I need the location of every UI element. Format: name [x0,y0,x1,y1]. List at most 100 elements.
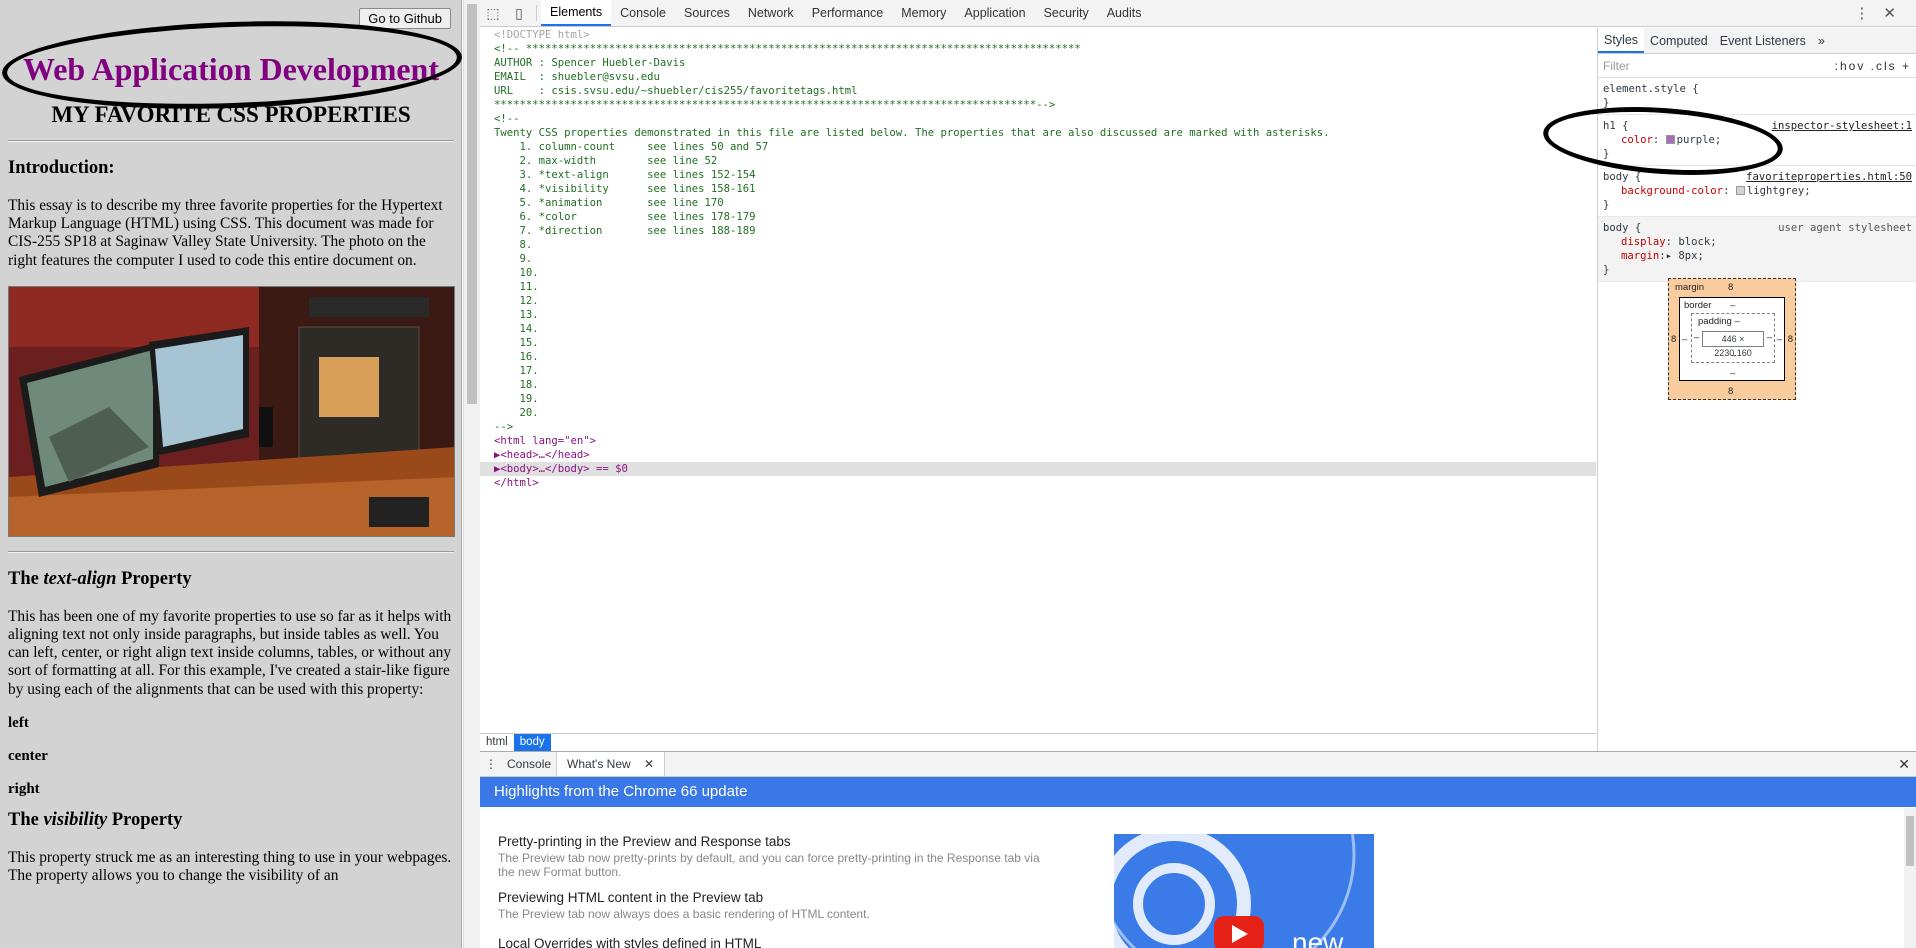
rule-body-user-agent[interactable]: body { user agent stylesheet display: bl… [1598,217,1916,282]
whats-new-video-thumbnail[interactable]: new [1114,834,1374,948]
source-line[interactable]: 13. [480,308,1596,322]
source-line[interactable]: <!-- [480,112,1596,126]
devtools-panel: ⬚ ▯ Elements Console Sources Network Per… [480,0,1916,948]
source-line[interactable]: <!-- ***********************************… [480,42,1596,56]
breadcrumb-html[interactable]: html [480,734,514,751]
source-line[interactable]: 6. *color see lines 178-179 [480,210,1596,224]
tab-styles[interactable]: Styles [1598,28,1645,53]
section-text-text-align: This has been one of my favorite propert… [8,607,452,698]
box-model-padding: padding – – – – 446 × 2230.160 [1691,313,1775,363]
source-lines: <!DOCTYPE html> <!-- ********************… [480,28,1596,434]
source-line[interactable]: 7. *direction see lines 188-189 [480,224,1596,238]
source-line[interactable]: 17. [480,364,1596,378]
source-line[interactable]: 8. [480,238,1596,252]
close-devtools-icon[interactable]: ✕ [1883,5,1910,22]
tab-computed[interactable]: Computed [1644,28,1714,53]
whats-new-item[interactable]: Local Overrides with styles defined in H… [498,936,1058,948]
color-swatch[interactable] [1665,135,1675,144]
source-line[interactable]: 15. [480,336,1596,350]
source-line[interactable]: 3. *text-align see lines 152-154 [480,168,1596,182]
devtools-drawer: ⋮ Console What's New ✕ ✕ Highlights from… [480,751,1916,948]
box-model-diagram: margin 8 8 8 8 border – – – – padding – … [1668,278,1796,400]
tab-memory[interactable]: Memory [892,0,955,26]
close-tab-icon[interactable]: ✕ [639,757,659,771]
color-swatch[interactable] [1735,186,1745,195]
rule-element-style[interactable]: element.style { } [1598,78,1916,115]
html-close-line[interactable]: </html> [480,476,1596,490]
rule-body-bg[interactable]: body { favoriteproperties.html:50 backgr… [1598,166,1916,217]
device-toolbar-icon[interactable]: ▯ [506,0,532,26]
divider [8,550,454,553]
source-line[interactable]: 5. *animation see line 170 [480,196,1596,210]
box-model-content[interactable]: 446 × 2230.160 [1702,331,1764,358]
tab-elements[interactable]: Elements [541,0,612,26]
inspect-element-icon[interactable]: ⬚ [480,0,506,26]
align-center-sample: center [8,747,48,764]
source-line[interactable]: 1. column-count see lines 50 and 57 [480,140,1596,154]
drawer-menu-icon[interactable]: ⋮ [480,752,502,776]
head-node[interactable]: ▶<head>…</head> [480,448,1596,462]
source-line[interactable]: 12. [480,294,1596,308]
breadcrumb: html body [480,733,1596,751]
rule-source-link[interactable]: favoriteproperties.html:50 [1746,170,1912,184]
whats-new-item[interactable]: Pretty-printing in the Preview and Respo… [498,834,1058,879]
html-open-line[interactable]: <html lang="en"> [480,434,1596,448]
tab-security[interactable]: Security [1035,0,1098,26]
styles-filter-input[interactable]: Filter [1603,59,1630,73]
source-line[interactable]: <!DOCTYPE html> [480,28,1596,42]
section-title-visibility: The visibility Property [8,809,183,830]
source-line[interactable]: 19. [480,392,1596,406]
more-tabs-icon[interactable]: » [1812,28,1831,53]
whats-new-header: Highlights from the Chrome 66 update [480,777,1916,807]
tab-performance[interactable]: Performance [803,0,893,26]
section-text-visibility: This property struck me as an interestin… [8,848,452,885]
source-line[interactable]: URL : csis.svsu.edu/~shuebler/cis255/fav… [480,84,1596,98]
source-line[interactable]: Twenty CSS properties demonstrated in th… [480,126,1596,140]
more-options-icon[interactable]: ⋮ [1854,5,1883,22]
styles-filter-bar: Filter :hov .cls + [1598,54,1916,78]
close-drawer-icon[interactable]: ✕ [1898,756,1910,773]
tab-event-listeners[interactable]: Event Listeners [1714,28,1812,53]
whats-new-item[interactable]: Previewing HTML content in the Preview t… [498,890,1058,921]
tab-network[interactable]: Network [739,0,803,26]
source-line[interactable]: 14. [480,322,1596,336]
drawer-scrollbar[interactable] [1904,808,1916,948]
page-scrollbar[interactable] [463,0,480,948]
source-line[interactable]: 16. [480,350,1596,364]
source-line[interactable]: 10. [480,266,1596,280]
drawer-tabbar: ⋮ Console What's New ✕ [480,752,1916,777]
drawer-tab-whats-new[interactable]: What's New ✕ [556,752,666,776]
drawer-tab-console[interactable]: Console [502,752,556,776]
tab-sources[interactable]: Sources [675,0,739,26]
source-line[interactable]: 11. [480,280,1596,294]
rule-h1[interactable]: h1 { inspector-stylesheet:1 color: purpl… [1598,115,1916,166]
breadcrumb-body[interactable]: body [513,734,551,751]
source-line[interactable]: 20. [480,406,1596,420]
source-line[interactable]: 18. [480,378,1596,392]
body-node-selected[interactable]: ▶<body>…</body> == $0 [480,462,1596,476]
tab-console[interactable]: Console [611,0,675,26]
align-left-sample: left [8,714,29,731]
page-scrollbar-thumb[interactable] [467,4,477,404]
tab-application[interactable]: Application [955,0,1034,26]
align-right-sample: right [8,780,40,797]
source-line[interactable]: 2. max-width see line 52 [480,154,1596,168]
styles-tabbar: Styles Computed Event Listeners » [1598,28,1916,54]
source-line[interactable]: AUTHOR : Spencer Huebler-Davis [480,56,1596,70]
source-line[interactable]: --> [480,420,1596,434]
source-line[interactable]: 4. *visibility see lines 158-161 [480,182,1596,196]
page-content: Web Application Development MY FAVORITE … [8,0,455,901]
box-model-border: border – – – – padding – – – – 446 × 223… [1679,297,1785,381]
styles-filter-tools[interactable]: :hov .cls + [1835,59,1911,73]
source-line[interactable]: 9. [480,252,1596,266]
page-heading: Web Application Development [22,51,439,87]
devtools-tabbar: ⬚ ▯ Elements Console Sources Network Per… [480,0,1916,27]
rule-source-link[interactable]: inspector-stylesheet:1 [1772,119,1912,133]
source-line[interactable]: EMAIL : shuebler@svsu.edu [480,70,1596,84]
tab-audits[interactable]: Audits [1098,0,1151,26]
rule-source-label: user agent stylesheet [1778,222,1912,234]
section-title-text-align: The text-align Property [8,568,192,589]
source-line[interactable]: ****************************************… [480,98,1596,112]
page-subheading: MY FAVORITE CSS PROPERTIES [51,102,411,127]
intro-title: Introduction: [8,158,115,178]
